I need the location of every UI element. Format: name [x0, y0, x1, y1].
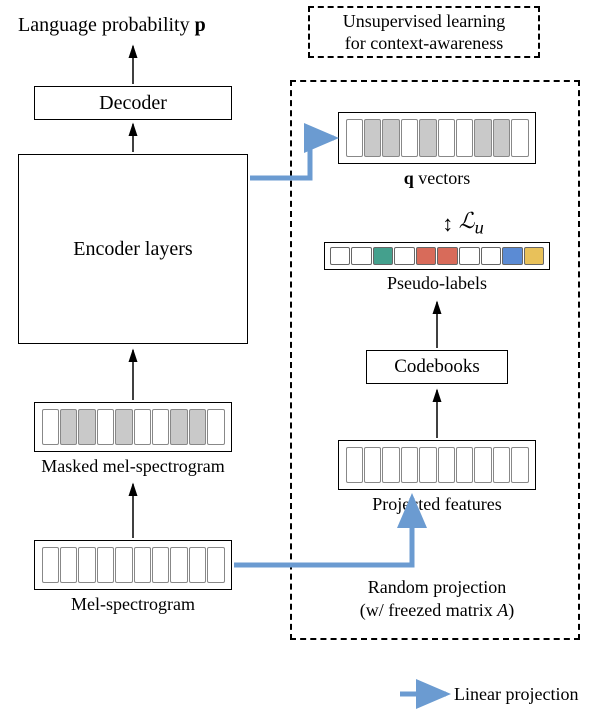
masked-mel-label: Masked mel-spectrogram: [34, 456, 232, 477]
mel-row: [34, 540, 232, 590]
feature-cell: [60, 547, 77, 583]
feature-cell: [401, 119, 418, 157]
rp-line1: Random projection: [368, 577, 506, 597]
feature-cell: [493, 447, 510, 483]
feature-cell: [437, 247, 458, 265]
feature-cell: [134, 547, 151, 583]
legend-text: Linear projection: [454, 684, 578, 704]
pseudo-labels-label: Pseudo-labels: [324, 273, 550, 294]
feature-cell: [115, 547, 132, 583]
loss-label: ↕ ℒu: [428, 208, 498, 238]
projected-features-label: Projected features: [338, 494, 536, 515]
feature-cell: [60, 409, 77, 445]
q-vectors-label: q vectors: [338, 168, 536, 189]
feature-cell: [346, 447, 363, 483]
feature-cell: [419, 447, 436, 483]
loss-sub: u: [475, 217, 484, 237]
diagram-canvas: Unsupervised learning for context-awaren…: [0, 0, 598, 722]
q-vectors-row: [338, 112, 536, 164]
legend-label: Linear projection: [454, 684, 578, 705]
feature-cell: [456, 119, 473, 157]
codebooks-box: Codebooks: [366, 350, 508, 384]
feature-cell: [474, 447, 491, 483]
feature-cell: [42, 547, 59, 583]
feature-cell: [382, 447, 399, 483]
mel-text: Mel-spectrogram: [71, 594, 195, 614]
feature-cell: [170, 547, 187, 583]
feature-cell: [78, 547, 95, 583]
projected-features-text: Projected features: [372, 494, 501, 514]
feature-cell: [401, 447, 418, 483]
feature-cell: [524, 247, 545, 265]
feature-cell: [351, 247, 372, 265]
feature-cell: [207, 547, 224, 583]
feature-cell: [481, 247, 502, 265]
feature-cell: [42, 409, 59, 445]
pseudo-labels-text: Pseudo-labels: [387, 273, 487, 293]
feature-cell: [152, 547, 169, 583]
feature-cell: [382, 119, 399, 157]
title-box: Unsupervised learning for context-awaren…: [308, 6, 540, 58]
feature-cell: [493, 119, 510, 157]
codebooks-label: Codebooks: [394, 356, 480, 378]
feature-cell: [189, 547, 206, 583]
projected-features-row: [338, 440, 536, 490]
masked-mel-text: Masked mel-spectrogram: [41, 456, 224, 476]
pseudo-labels-row: [324, 242, 550, 270]
decoder-box: Decoder: [34, 86, 232, 120]
q-suffix: vectors: [414, 168, 470, 188]
feature-cell: [419, 119, 436, 157]
feature-cell: [78, 409, 95, 445]
feature-cell: [502, 247, 523, 265]
feature-cell: [134, 409, 151, 445]
lp-prefix: Language probability: [18, 14, 195, 36]
feature-cell: [438, 447, 455, 483]
feature-cell: [115, 409, 132, 445]
feature-cell: [459, 247, 480, 265]
feature-cell: [511, 447, 528, 483]
feature-cell: [364, 119, 381, 157]
feature-cell: [97, 409, 114, 445]
language-probability-label: Language probability p: [18, 14, 206, 37]
title-text: Unsupervised learning for context-awaren…: [343, 10, 505, 55]
feature-cell: [364, 447, 381, 483]
feature-cell: [373, 247, 394, 265]
q-var: q: [404, 168, 414, 188]
feature-cell: [394, 247, 415, 265]
loss-symbol: ℒ: [459, 208, 475, 233]
feature-cell: [474, 119, 491, 157]
feature-cell: [438, 119, 455, 157]
mel-label: Mel-spectrogram: [34, 594, 232, 615]
feature-cell: [97, 547, 114, 583]
feature-cell: [416, 247, 437, 265]
feature-cell: [189, 409, 206, 445]
feature-cell: [152, 409, 169, 445]
masked-mel-row: [34, 402, 232, 452]
encoder-box: Encoder layers: [18, 154, 248, 344]
encoder-label: Encoder layers: [73, 238, 192, 261]
lp-var: p: [195, 14, 206, 36]
random-projection-label: Random projection (w/ freezed matrix A): [308, 576, 566, 623]
decoder-label: Decoder: [99, 92, 167, 115]
feature-cell: [511, 119, 528, 157]
feature-cell: [456, 447, 473, 483]
feature-cell: [207, 409, 224, 445]
feature-cell: [346, 119, 363, 157]
feature-cell: [330, 247, 351, 265]
feature-cell: [170, 409, 187, 445]
